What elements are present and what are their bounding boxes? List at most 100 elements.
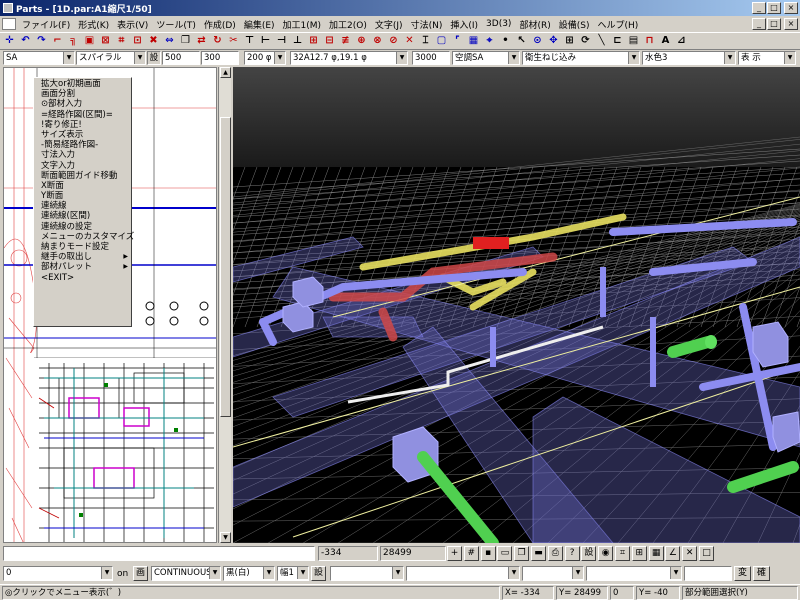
trim-icon[interactable]: ⊣ [274, 34, 289, 49]
fillet-icon[interactable]: ╗ [66, 34, 81, 49]
width-select[interactable]: 幅1 ▼ [277, 566, 309, 581]
grid-icon[interactable]: ⌗ [114, 34, 129, 49]
zoom-icon[interactable]: ⊙ [530, 34, 545, 49]
document-icon[interactable] [2, 18, 16, 30]
context-menu-item[interactable]: 連続線の設定 [34, 222, 131, 232]
use-select[interactable]: 空調SA ▼ [452, 51, 520, 65]
line-t-icon[interactable]: ⊤ [242, 34, 257, 49]
plan-scrollbar[interactable]: ▲ ▼ [218, 67, 231, 543]
command-combo-3[interactable]: ▼ [522, 566, 584, 581]
menu-parts[interactable]: 部材(R) [515, 18, 554, 31]
context-menu-item[interactable]: -簡易経路作図- [34, 140, 131, 150]
3d-viewport[interactable] [233, 67, 800, 543]
chevron-down-icon[interactable]: ▼ [508, 52, 519, 64]
duct-type-select[interactable]: スパイラル ▼ [76, 51, 146, 65]
context-menu-item[interactable]: メニューのカスタマイズ [34, 232, 134, 242]
chevron-down-icon[interactable]: ▼ [392, 567, 403, 579]
context-menu-item[interactable]: 画面分割 [34, 89, 131, 99]
menu-text[interactable]: 文字(J) [371, 18, 407, 31]
box-icon[interactable]: ⊠ [98, 34, 113, 49]
stretch-icon[interactable]: ⊗ [370, 34, 385, 49]
menu-tools[interactable]: ツール(T) [152, 18, 200, 31]
table-icon[interactable]: ▦ [648, 546, 664, 561]
scroll-thumb[interactable] [220, 117, 231, 417]
rotate-icon[interactable]: ↻ [210, 34, 225, 49]
doc-close-button[interactable]: × [784, 18, 798, 30]
context-menu-item[interactable]: Y断面 [34, 191, 131, 201]
point-icon[interactable]: • [498, 34, 513, 49]
menu-dimension[interactable]: 寸法(N) [407, 18, 447, 31]
diameter-select[interactable]: 200 φ ▼ [244, 51, 286, 65]
diagonal-icon[interactable]: ╲ [594, 34, 609, 49]
command-combo-1[interactable]: ▼ [330, 566, 404, 581]
extend-icon[interactable]: ⊥ [290, 34, 305, 49]
setting-icon[interactable]: 設 [581, 546, 597, 561]
cursor-icon[interactable]: ↖ [514, 34, 529, 49]
move-icon[interactable]: ✛ [2, 34, 17, 49]
pipe-icon[interactable]: ⊓ [642, 34, 657, 49]
help-icon[interactable]: ? [564, 546, 580, 561]
menu-help[interactable]: ヘルプ(H) [593, 18, 642, 31]
context-menu-item[interactable]: 文字入力 [34, 161, 131, 171]
menu-file[interactable]: ファイル(F) [18, 18, 74, 31]
chevron-down-icon[interactable]: ▼ [508, 567, 519, 579]
layer-icon[interactable]: ▤ [626, 34, 641, 49]
hash-icon[interactable]: # [463, 546, 479, 561]
minimize-button[interactable]: _ [752, 2, 766, 14]
menu-insert[interactable]: 挿入(I) [446, 18, 482, 31]
hatch-icon[interactable]: ▦ [466, 34, 481, 49]
pipe-size-select[interactable]: 32A12.7 φ,19.1 φ ▼ [290, 51, 408, 65]
chevron-down-icon[interactable]: ▼ [209, 567, 220, 579]
offset-icon[interactable]: ⊞ [306, 34, 321, 49]
command-combo-2[interactable]: ▼ [406, 566, 520, 581]
pan-icon[interactable]: ✥ [546, 34, 561, 49]
menu-edit[interactable]: 編集(E) [240, 18, 279, 31]
doc-restore-button[interactable]: □ [767, 18, 781, 30]
length-input[interactable]: 3000 [412, 51, 450, 65]
change-button[interactable]: 変 [734, 566, 751, 581]
snap-icon[interactable]: ◉ [598, 546, 614, 561]
menu-format[interactable]: 形式(K) [74, 18, 113, 31]
corner-icon[interactable]: ⌐ [50, 34, 65, 49]
layer-button[interactable]: 画 [133, 566, 148, 581]
linetype-select[interactable]: CONTINUOUS ▼ [151, 566, 221, 581]
chevron-down-icon[interactable]: ▼ [297, 567, 308, 579]
settings-button[interactable]: 設 [147, 51, 161, 65]
context-menu-item[interactable]: 拡大or初期画面 [34, 79, 131, 89]
context-menu-item[interactable]: 連続線 [34, 201, 131, 211]
redo-icon[interactable]: ↷ [34, 34, 49, 49]
chevron-down-icon[interactable]: ▼ [784, 52, 795, 64]
page-icon[interactable]: ▭ [497, 546, 513, 561]
context-menu-item[interactable]: 納まりモード設定 [34, 242, 131, 252]
frame-icon[interactable]: ▣ [82, 34, 97, 49]
chevron-down-icon[interactable]: ▼ [101, 567, 112, 579]
arrows-icon[interactable]: ⇔ [162, 34, 177, 49]
chevron-down-icon[interactable]: ▼ [63, 52, 74, 64]
bracket-icon[interactable]: ⌶ [418, 34, 433, 49]
chevron-down-icon[interactable]: ▼ [134, 52, 145, 64]
scroll-up-arrow-icon[interactable]: ▲ [220, 67, 231, 78]
cut-icon[interactable]: ✂ [226, 34, 241, 49]
height-input[interactable]: 300 [201, 51, 239, 65]
save-icon[interactable]: ▬ [531, 546, 546, 561]
cross-icon[interactable]: ✕ [682, 546, 698, 561]
command-input-2[interactable] [684, 566, 732, 581]
context-menu-item[interactable]: 部材パレット ▶ [34, 262, 131, 272]
window-icon[interactable]: ▢ [434, 34, 449, 49]
chevron-down-icon[interactable]: ▼ [396, 52, 407, 64]
confirm-button[interactable]: 確 [753, 566, 770, 581]
open-icon[interactable]: ❐ [514, 546, 530, 561]
chevron-down-icon[interactable]: ▼ [670, 567, 681, 579]
grid-a-icon[interactable]: ⌗ [615, 546, 630, 561]
plus-icon[interactable]: + [447, 546, 462, 561]
color-select-bottom[interactable]: 黒(白) ▼ [223, 566, 275, 581]
close-button[interactable]: × [784, 2, 798, 14]
dimension-icon[interactable]: ⊿ [674, 34, 689, 49]
menu-view[interactable]: 表示(V) [113, 18, 152, 31]
display-select[interactable]: 表 示 ▼ [738, 51, 796, 65]
mirror-icon[interactable]: ⇄ [194, 34, 209, 49]
maximize-button[interactable]: □ [767, 2, 781, 14]
box-icon[interactable]: □ [699, 546, 714, 561]
context-menu-item[interactable]: X断面 [34, 181, 131, 191]
chevron-down-icon[interactable]: ▼ [628, 52, 639, 64]
